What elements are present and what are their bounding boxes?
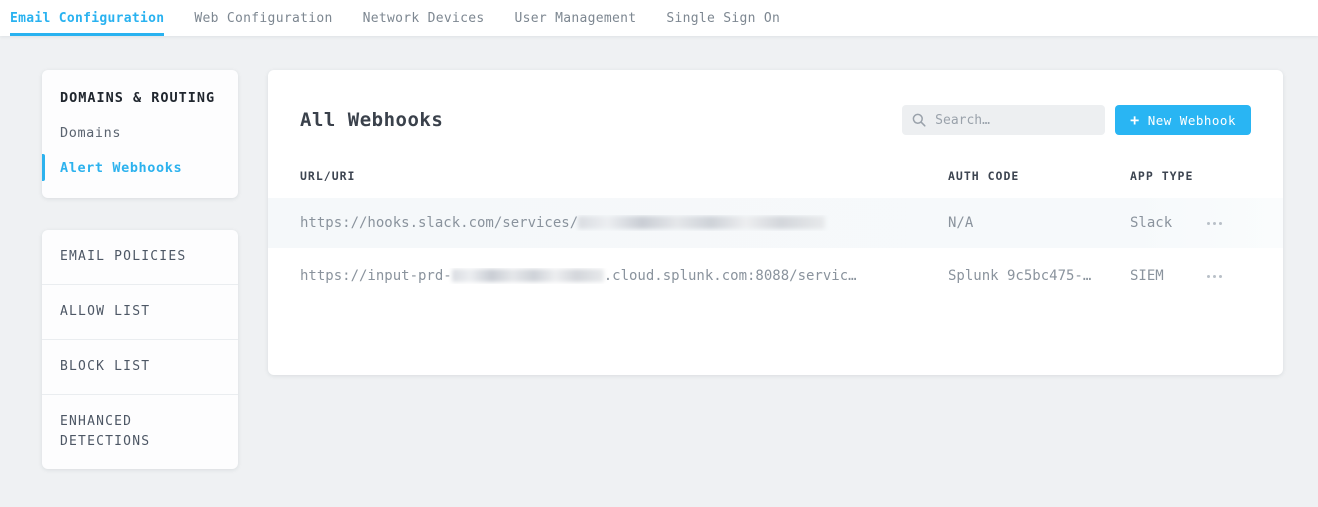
new-webhook-button[interactable]: + New Webhook [1115, 105, 1251, 135]
tab-email-configuration[interactable]: Email Configuration [10, 0, 164, 36]
search-icon [912, 113, 926, 127]
row-menu-button[interactable] [1207, 275, 1227, 278]
table-row: https://hooks.slack.com/services/ N/A Sl… [268, 198, 1283, 248]
row-menu-button[interactable] [1207, 222, 1227, 225]
search-input[interactable] [935, 113, 1095, 128]
table-header-row: URL/URI AUTH CODE APP TYPE [268, 153, 1283, 198]
sidebar-item-email-policies[interactable]: EMAIL POLICIES [42, 230, 238, 284]
tab-user-management[interactable]: User Management [514, 0, 636, 36]
table-row: https://input-prd- .cloud.splunk.com:8088… [268, 248, 1283, 304]
redacted-url-segment [578, 216, 825, 229]
sidebar-item-alert-webhooks[interactable]: Alert Webhooks [42, 160, 238, 176]
sidebar-item-label: BLOCK LIST [60, 359, 150, 374]
tab-label: Web Configuration [194, 11, 332, 26]
sidebar: DOMAINS & ROUTING Domains Alert Webhooks… [42, 70, 238, 469]
plus-icon: + [1130, 111, 1140, 129]
sidebar-item-allow-list[interactable]: ALLOW LIST [42, 284, 238, 339]
url-text: https://hooks.slack.com/services/ [300, 215, 578, 231]
sidebar-item-enhanced-detections[interactable]: ENHANCED DETECTIONS [42, 394, 238, 469]
domains-routing-card: DOMAINS & ROUTING Domains Alert Webhooks [42, 70, 238, 198]
top-tab-bar: Email Configuration Web Configuration Ne… [0, 0, 1318, 36]
redacted-url-segment [452, 269, 604, 282]
webhook-url-cell: https://input-prd- .cloud.splunk.com:8088… [300, 268, 948, 284]
sidebar-item-block-list[interactable]: BLOCK LIST [42, 339, 238, 394]
tab-label: Single Sign On [666, 11, 780, 26]
sidebar-item-label: Domains [60, 125, 121, 141]
sidebar-item-label: EMAIL POLICIES [60, 249, 186, 264]
tab-label: Email Configuration [10, 11, 164, 26]
domains-routing-heading: DOMAINS & ROUTING [42, 90, 238, 106]
page-title: All Webhooks [300, 109, 902, 131]
sidebar-item-label: Alert Webhooks [60, 160, 182, 176]
url-text: https://input-prd- [300, 268, 452, 284]
tab-label: User Management [514, 11, 636, 26]
tab-single-sign-on[interactable]: Single Sign On [666, 0, 780, 36]
column-header-app-type: APP TYPE [1130, 169, 1207, 183]
tab-web-configuration[interactable]: Web Configuration [194, 0, 332, 36]
app-type-cell: Slack [1130, 215, 1207, 231]
webhooks-panel: All Webhooks + New Webhook URL/URI AUTH … [268, 70, 1283, 375]
search-box [902, 105, 1105, 135]
panel-header: All Webhooks + New Webhook [268, 70, 1283, 135]
column-header-url: URL/URI [300, 169, 948, 183]
sidebar-item-label: ENHANCED DETECTIONS [60, 414, 150, 449]
sidebar-item-domains[interactable]: Domains [42, 125, 238, 141]
app-type-cell: SIEM [1130, 268, 1207, 284]
tab-network-devices[interactable]: Network Devices [363, 0, 485, 36]
auth-code-cell: Splunk 9c5bc475-… [948, 268, 1130, 284]
sidebar-item-label: ALLOW LIST [60, 304, 150, 319]
url-text: .cloud.splunk.com:8088/servic… [604, 268, 857, 284]
auth-code-cell: N/A [948, 215, 1130, 231]
new-webhook-label: New Webhook [1148, 113, 1236, 128]
column-header-auth-code: AUTH CODE [948, 169, 1130, 183]
webhook-url-cell: https://hooks.slack.com/services/ [300, 215, 948, 231]
tab-label: Network Devices [363, 11, 485, 26]
sidebar-sections-card: EMAIL POLICIES ALLOW LIST BLOCK LIST ENH… [42, 230, 238, 469]
page-content: DOMAINS & ROUTING Domains Alert Webhooks… [0, 36, 1318, 469]
